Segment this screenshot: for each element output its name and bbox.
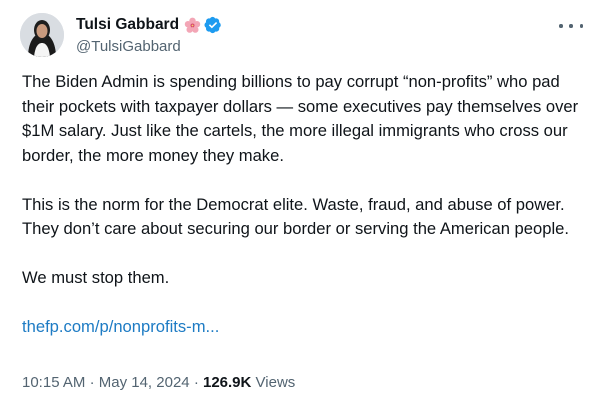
tweet-paragraph: The Biden Admin is spending billions to … bbox=[22, 72, 579, 165]
author-block: Tulsi Gabbard @TulsiGabbard bbox=[76, 14, 222, 55]
more-dot bbox=[579, 24, 583, 28]
more-options-icon[interactable] bbox=[559, 18, 583, 34]
tweet-paragraph: This is the norm for the Democrat elite.… bbox=[22, 194, 569, 239]
meta-separator: · bbox=[89, 374, 95, 391]
more-dot bbox=[559, 24, 563, 28]
avatar[interactable] bbox=[20, 13, 64, 57]
more-dot bbox=[569, 24, 573, 28]
author-display-name[interactable]: Tulsi Gabbard bbox=[76, 16, 179, 34]
hibiscus-icon bbox=[184, 17, 201, 34]
verified-badge-icon[interactable] bbox=[204, 16, 222, 34]
tweet-paragraph: We must stop them. bbox=[22, 268, 170, 287]
author-name-row: Tulsi Gabbard bbox=[76, 14, 222, 36]
views-count[interactable]: 126.9K bbox=[203, 374, 251, 391]
tweet-text: The Biden Admin is spending billions to … bbox=[22, 70, 582, 340]
meta-separator: · bbox=[193, 374, 199, 391]
author-handle[interactable]: @TulsiGabbard bbox=[76, 38, 222, 55]
tweet-date[interactable]: May 14, 2024 bbox=[99, 374, 190, 391]
tweet-meta: 10:15 AM · May 14, 2024 · 126.9K Views bbox=[22, 374, 295, 391]
views-label: Views bbox=[255, 374, 296, 391]
tweet-link[interactable]: thefp.com/p/nonprofits-m... bbox=[22, 315, 582, 340]
tweet-time[interactable]: 10:15 AM bbox=[22, 374, 85, 391]
avatar-image bbox=[20, 13, 64, 57]
